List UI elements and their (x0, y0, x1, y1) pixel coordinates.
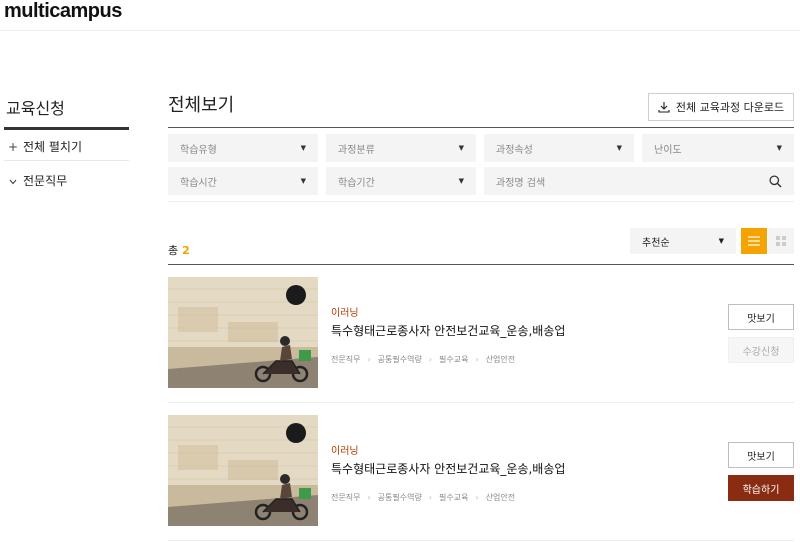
course-tags: 전문직무 › 공통필수역량 › 필수교육 › 산업안전 (331, 354, 515, 365)
filter-learning-period[interactable]: 학습기간 ▼ (326, 167, 476, 195)
dropdown-arrow-icon: ▼ (616, 144, 622, 152)
list-top-divider (168, 264, 794, 265)
filter-course-attribute[interactable]: 과정속성 ▼ (484, 134, 634, 162)
filter-divider (168, 201, 794, 202)
filter-learning-time[interactable]: 학습시간 ▼ (168, 167, 318, 195)
filter-course-category[interactable]: 과정분류 ▼ (326, 134, 476, 162)
separator-icon: › (367, 493, 371, 502)
plus-icon: + (8, 139, 19, 154)
multicampus-logo[interactable]: multicampus (4, 0, 122, 23)
grid-view-button[interactable] (768, 228, 794, 254)
chevron-down-icon (8, 174, 18, 188)
course-type: 이러닝 (331, 308, 359, 319)
download-all-courses-button[interactable]: 전체 교육과정 다운로드 (648, 93, 794, 121)
grid-icon (776, 236, 786, 246)
dropdown-arrow-icon: ▼ (776, 144, 782, 152)
dropdown-arrow-icon: ▼ (458, 177, 464, 185)
course-divider (168, 402, 794, 403)
total-count: 총2 (168, 242, 190, 258)
page-title: 전체보기 (168, 95, 235, 116)
list-view-button[interactable] (741, 228, 767, 254)
dropdown-arrow-icon: ▼ (718, 237, 724, 245)
course-tag: 산업안전 (485, 355, 516, 364)
sidebar-item-label: 전문직무 (23, 174, 68, 188)
course-title[interactable]: 특수형태근로종사자 안전보건교육_운송,배송업 (331, 460, 565, 477)
start-learning-button[interactable]: 학습하기 (728, 475, 794, 501)
separator-icon: › (475, 493, 479, 502)
separator-icon: › (475, 355, 479, 364)
separator-icon: › (367, 355, 371, 364)
course-title[interactable]: 특수형태근로종사자 안전보건교육_운송,배송업 (331, 322, 565, 339)
filter-difficulty[interactable]: 난이도 ▼ (642, 134, 794, 162)
dropdown-arrow-icon: ▼ (300, 144, 306, 152)
course-tag: 전문직무 (331, 493, 361, 502)
title-divider (168, 127, 794, 128)
sort-select[interactable]: 추천순 ▼ (630, 228, 736, 254)
course-tag: 산업안전 (485, 493, 516, 502)
course-tags: 전문직무 › 공통필수역량 › 필수교육 › 산업안전 (331, 492, 515, 503)
filter-label: 과정분류 (338, 144, 375, 156)
course-thumbnail[interactable] (168, 415, 318, 526)
sidebar-title: 교육신청 (6, 99, 65, 118)
filter-label: 학습기간 (338, 177, 375, 189)
sort-selected: 추천순 (642, 237, 670, 249)
total-count-value: 2 (182, 244, 190, 257)
course-thumbnail[interactable] (168, 277, 318, 388)
course-type: 이러닝 (331, 446, 359, 457)
delivery-rider-image (168, 277, 318, 388)
download-icon (658, 102, 670, 113)
course-item: 이러닝 특수형태근로종사자 안전보건교육_운송,배송업 전문직무 › 공통필수역… (168, 415, 794, 527)
filter-label: 학습유형 (180, 144, 217, 156)
course-tag: 공통필수역량 (377, 355, 422, 364)
separator-icon: › (428, 355, 433, 364)
enroll-button[interactable]: 수강신청 (728, 337, 794, 363)
course-search-input[interactable]: 과정명 검색 (484, 167, 794, 195)
sidebar-item-label: 전체 펼치기 (23, 140, 83, 154)
course-tag: 필수교육 (439, 493, 469, 502)
header-divider (0, 30, 800, 31)
course-tag: 공통필수역량 (377, 493, 422, 502)
delivery-rider-image (168, 415, 318, 526)
dropdown-arrow-icon: ▼ (300, 177, 306, 185)
download-button-label: 전체 교육과정 다운로드 (675, 101, 785, 114)
preview-button[interactable]: 맛보기 (728, 442, 794, 468)
search-icon[interactable] (769, 174, 782, 188)
filter-label: 난이도 (654, 144, 682, 156)
sidebar-divider (4, 160, 129, 161)
sidebar-item-professional-job[interactable]: 전문직무 (8, 172, 67, 189)
search-placeholder: 과정명 검색 (496, 177, 546, 189)
course-tag: 전문직무 (331, 355, 361, 364)
filter-learning-type[interactable]: 학습유형 ▼ (168, 134, 318, 162)
filter-label: 과정속성 (496, 144, 533, 156)
list-icon (748, 236, 760, 246)
course-item: 이러닝 특수형태근로종사자 안전보건교육_운송,배송업 전문직무 › 공통필수역… (168, 277, 794, 389)
filter-label: 학습시간 (180, 177, 217, 189)
dropdown-arrow-icon: ▼ (458, 144, 464, 152)
total-label: 총 (168, 244, 179, 257)
course-tag: 필수교육 (439, 355, 469, 364)
preview-button[interactable]: 맛보기 (728, 304, 794, 330)
sidebar-item-expand-all[interactable]: + 전체 펼치기 (8, 138, 82, 155)
course-divider (168, 540, 794, 541)
sidebar-title-underline (4, 127, 129, 130)
separator-icon: › (428, 493, 433, 502)
